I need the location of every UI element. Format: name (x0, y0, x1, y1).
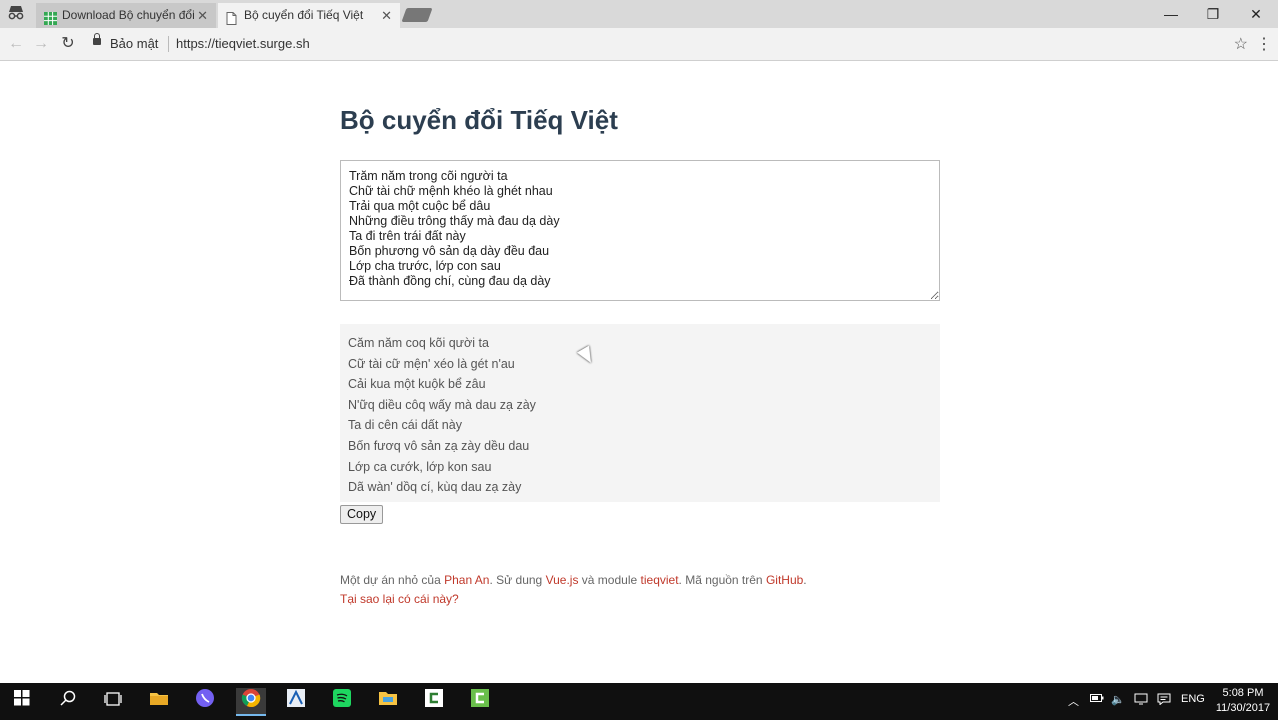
battery-icon[interactable] (1090, 693, 1104, 706)
browser-toolbar: ← → ↻ Bảo mật https://tieqviet.surge.sh … (0, 28, 1278, 61)
output-line: Bốn fươq vô sản zạ zày dều dau (348, 438, 530, 453)
minimize-icon[interactable]: — (1158, 4, 1184, 24)
page-title: Bộ cuyển đổi Tiếq Việt (340, 105, 618, 135)
tab-label: Download Bộ chuyển đổi (62, 8, 195, 22)
output-line: Ta di cên cái dất này (348, 418, 462, 433)
restore-icon[interactable]: ❐ (1200, 4, 1226, 24)
url-text[interactable]: https://tieqviet.surge.sh (176, 36, 310, 51)
language-indicator[interactable]: ENG (1181, 693, 1205, 705)
converted-output: Căm năm coq kõi qười ta Cữ tài cữ mện' x… (340, 324, 940, 502)
chrome-icon[interactable] (236, 688, 266, 716)
footer-text: và module (578, 573, 641, 587)
clock[interactable]: 5:08 PM 11/30/2017 (1212, 686, 1274, 716)
taskbar: ︿ 🔈 ENG 5:08 PM 11/30/2017 (0, 683, 1278, 720)
tab-strip: Download Bộ chuyển đổi ✕ Bộ cuyển đổi Ti… (0, 0, 1278, 28)
close-icon[interactable]: ✕ (197, 3, 208, 28)
clock-time: 5:08 PM (1222, 687, 1264, 699)
footer-text: Một dự án nhỏ của (340, 573, 445, 587)
reload-icon[interactable]: ↻ (58, 34, 78, 54)
output-line: Dã wàn' dồq cí, kùq dau zạ zày (348, 480, 522, 495)
chevron-up-icon[interactable]: ︿ (1068, 693, 1079, 709)
viber-icon[interactable] (191, 688, 219, 716)
back-arrow-icon[interactable]: ← (6, 34, 26, 54)
incognito-icon (6, 5, 26, 23)
output-line: Lớp ca cướk, lớp kon sau (348, 459, 492, 474)
notification-icon[interactable] (1157, 693, 1171, 708)
github-link[interactable]: GitHub (766, 573, 803, 587)
search-icon[interactable] (54, 688, 82, 716)
footer-text: . Sử dung (489, 573, 546, 587)
sheet-favicon-icon (44, 9, 57, 25)
footer: Một dự án nhỏ của Phan An. Sử dung Vue.j… (340, 571, 807, 609)
address-bar[interactable]: Bảo mật https://tieqviet.surge.sh ☆ (86, 31, 1248, 57)
network-icon[interactable] (1134, 693, 1148, 708)
author-link[interactable]: Phan An (444, 573, 489, 587)
window-close-icon[interactable]: ✕ (1243, 4, 1269, 24)
module-link[interactable]: tieqviet (641, 573, 679, 587)
lock-icon (93, 33, 101, 45)
forward-arrow-icon[interactable]: → (31, 34, 51, 54)
windows-start-icon[interactable] (8, 688, 36, 716)
clock-date: 11/30/2017 (1215, 702, 1271, 714)
output-line: Cữ tài cữ mện' xéo là gét n'au (348, 356, 515, 371)
vue-link[interactable]: Vue.js (546, 573, 579, 587)
volume-icon[interactable]: 🔈 (1111, 693, 1125, 706)
bookmark-star-icon[interactable]: ☆ (1234, 34, 1248, 54)
close-icon[interactable]: ✕ (381, 3, 392, 28)
page-favicon-icon (226, 9, 239, 25)
footer-text: . Mã nguồn trên (678, 573, 766, 587)
page-content: Bộ cuyển đổi Tiếq Việt Trăm năm trong cõ… (0, 61, 1278, 683)
new-tab-button[interactable] (401, 8, 433, 22)
tab-tieqviet[interactable]: Bộ cuyển đổi Tiếq Việt ✕ (218, 3, 400, 28)
file-explorer-icon[interactable] (145, 688, 173, 716)
camtasia-recorder-icon[interactable] (466, 688, 494, 716)
security-label: Bảo mật (110, 36, 159, 51)
tab-download[interactable]: Download Bộ chuyển đổi ✕ (36, 3, 216, 28)
folder-icon[interactable] (374, 688, 402, 716)
footer-credits: Một dự án nhỏ của Phan An. Sử dung Vue.j… (340, 571, 807, 590)
more-menu-icon[interactable]: ⋮ (1256, 34, 1272, 54)
tab-label: Bộ cuyển đổi Tiếq Việt (244, 8, 364, 22)
output-line: N'ữq diều côq wấy mà dau zạ zày (348, 397, 536, 412)
spotify-icon[interactable] (328, 688, 356, 716)
task-view-icon[interactable] (99, 688, 127, 716)
divider (168, 36, 169, 52)
why-link[interactable]: Tại sao lại có cái này? (340, 592, 459, 606)
output-line: Căm năm coq kõi qười ta (348, 336, 489, 350)
camtasia-icon[interactable] (420, 688, 448, 716)
output-line: Cải kua một kuộk bể zâu (348, 377, 486, 392)
footer-text: . (803, 573, 807, 587)
source-text-input[interactable]: Trăm năm trong cõi người ta Chữ tài chữ … (340, 160, 940, 301)
copy-button[interactable]: Copy (340, 505, 384, 524)
app-icon[interactable] (282, 688, 310, 716)
